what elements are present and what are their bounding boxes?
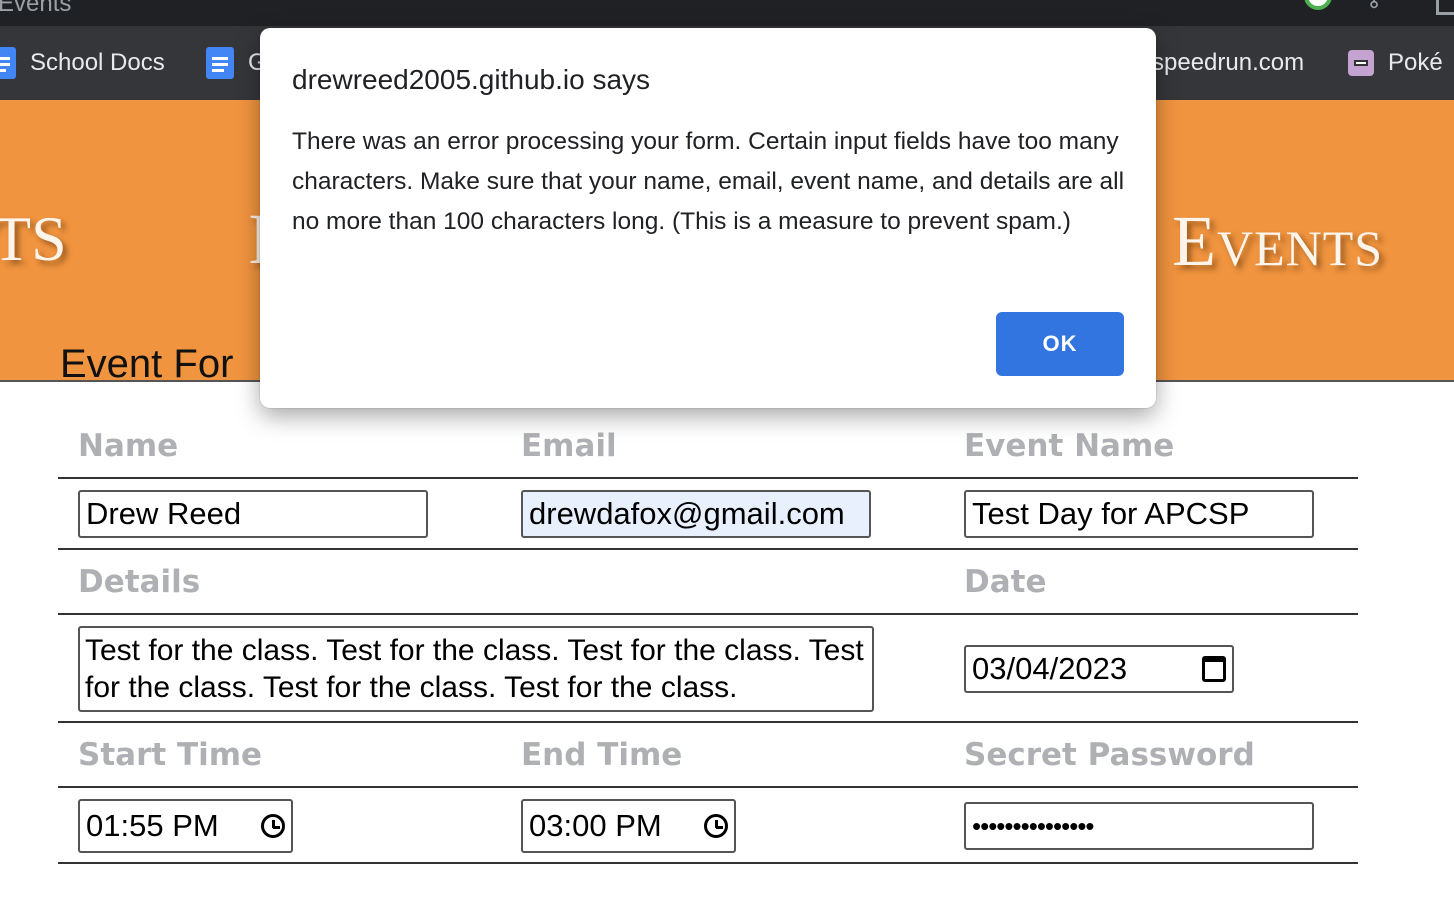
bookmark-school-docs[interactable]: School Docs bbox=[0, 26, 165, 100]
table-divider bbox=[58, 548, 1358, 550]
google-docs-icon bbox=[206, 47, 234, 79]
email-label: Email bbox=[521, 428, 617, 464]
bookmark-pokemon[interactable]: Poké bbox=[1348, 26, 1443, 100]
start-time-input[interactable]: 01:55 PM bbox=[78, 799, 293, 853]
bookmark-label: speedrun.com bbox=[1152, 49, 1305, 76]
end-time-input[interactable]: 03:00 PM bbox=[521, 799, 736, 853]
page-title: Event For bbox=[60, 342, 234, 386]
date-label: Date bbox=[964, 564, 1047, 600]
header-nav-events[interactable]: Events bbox=[1172, 200, 1383, 283]
date-input[interactable]: 03/04/2023 bbox=[964, 645, 1234, 693]
key-icon[interactable]: ⚷ bbox=[1366, 0, 1382, 12]
end-time-label: End Time bbox=[521, 737, 683, 773]
table-divider bbox=[58, 721, 1358, 723]
alert-dialog: drewreed2005.github.io says There was an… bbox=[260, 28, 1156, 408]
browser-titlebar: Events ⚷ bbox=[0, 0, 1454, 26]
clock-icon[interactable] bbox=[704, 814, 728, 838]
dialog-message: There was an error processing your form.… bbox=[292, 128, 1125, 235]
event-name-input[interactable]: Test Day for APCSP bbox=[964, 490, 1314, 538]
secret-password-input[interactable]: ••••••••••••••• bbox=[964, 802, 1314, 850]
date-value: 03/04/2023 bbox=[972, 651, 1128, 686]
pokemon-icon bbox=[1348, 50, 1374, 76]
ok-button[interactable]: OK bbox=[996, 312, 1124, 376]
name-label: Name bbox=[78, 428, 179, 464]
end-time-value: 03:00 PM bbox=[529, 808, 662, 843]
calendar-icon[interactable] bbox=[1202, 656, 1226, 682]
start-time-value: 01:55 PM bbox=[86, 808, 219, 843]
clock-icon[interactable] bbox=[261, 814, 285, 838]
google-docs-icon bbox=[0, 47, 16, 79]
email-input[interactable]: drewdafox@gmail.com bbox=[521, 490, 871, 538]
event-name-label: Event Name bbox=[964, 428, 1175, 464]
table-divider bbox=[58, 862, 1358, 864]
bookmark-speedrun[interactable]: speedrun.com bbox=[1152, 26, 1304, 100]
bookmark-label: School Docs bbox=[30, 49, 165, 76]
table-divider bbox=[58, 477, 1358, 479]
name-input[interactable]: Drew Reed bbox=[78, 490, 428, 538]
bookmark-g[interactable]: G bbox=[206, 26, 267, 100]
extension-icon[interactable] bbox=[1436, 0, 1454, 15]
details-textarea[interactable]: Test for the class. Test for the class. … bbox=[78, 626, 874, 712]
dialog-title: drewreed2005.github.io says bbox=[292, 64, 651, 95]
secret-password-label: Secret Password bbox=[964, 737, 1255, 773]
table-divider bbox=[58, 786, 1358, 788]
details-label: Details bbox=[78, 564, 201, 600]
header-nav-text[interactable]: TS bbox=[0, 202, 67, 276]
window-title: Events bbox=[0, 0, 72, 17]
chrome-extension-icon[interactable] bbox=[1304, 0, 1332, 10]
table-divider bbox=[58, 613, 1358, 615]
start-time-label: Start Time bbox=[78, 737, 263, 773]
bookmark-label: Poké bbox=[1388, 49, 1443, 76]
